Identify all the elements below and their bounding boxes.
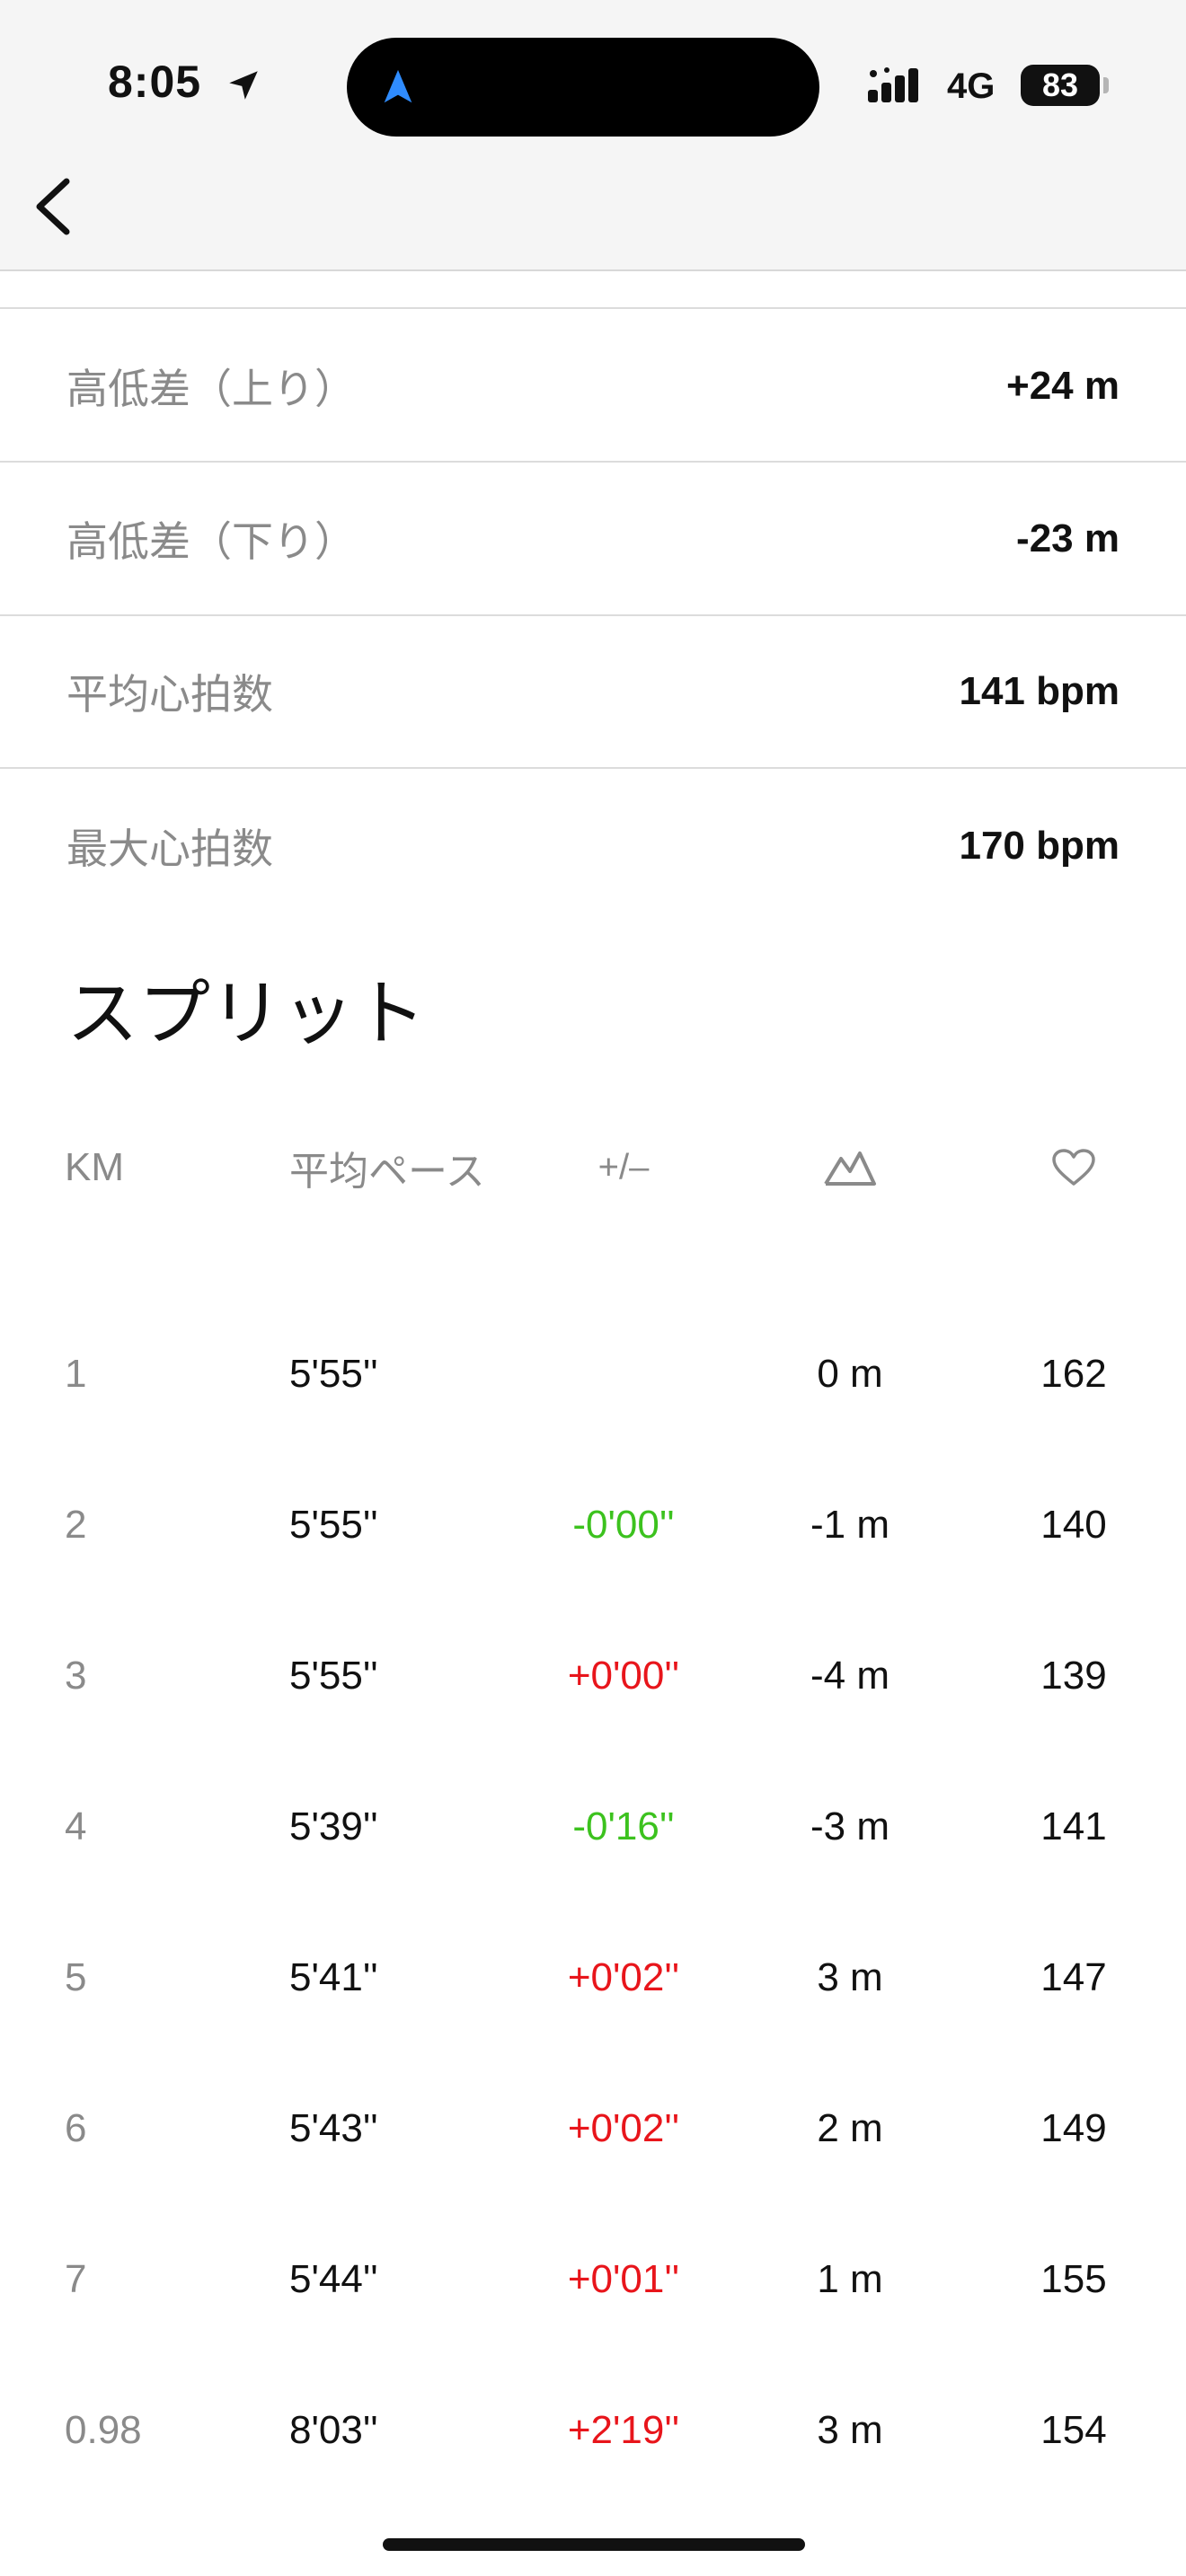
stat-value: -23 m (1016, 516, 1120, 560)
navigation-header: 8:05 4G 83 (0, 0, 1186, 271)
split-heart-rate: 154 (1040, 2408, 1107, 2452)
heart-icon (1052, 1149, 1095, 1186)
split-km: 3 (65, 1654, 87, 1698)
stat-label: 最大心拍数 (66, 825, 273, 872)
split-heart-rate: 149 (1040, 2106, 1107, 2150)
status-time: 8:05 (108, 57, 202, 107)
stat-row-average-heart-rate: 平均心拍数 141 bpm (0, 616, 1186, 767)
split-km: 6 (65, 2106, 87, 2150)
split-elevation: 3 m (817, 2408, 883, 2452)
split-pace-diff: +0'00'' (567, 1654, 680, 1698)
activity-detail-screen: 8:05 4G 83 高低差（上り） +24 m 高低差（下り） -23 m 平… (0, 0, 1186, 2576)
splits-table-header: KM 平均ペース +/– (0, 1123, 1186, 1213)
split-pace: 5'43'' (289, 2106, 378, 2150)
divider (0, 307, 1186, 309)
split-km: 5 (65, 1955, 87, 1999)
split-elevation: -1 m (810, 1503, 890, 1547)
divider (0, 767, 1186, 769)
stat-value: 141 bpm (959, 669, 1120, 713)
split-row: 3 5'55'' +0'00'' -4 m 139 (0, 1622, 1186, 1730)
split-row: 0.98 8'03'' +2'19'' 3 m 154 (0, 2377, 1186, 2484)
navigation-arrow-icon (384, 69, 412, 103)
split-row: 1 5'55'' 0 m 162 (0, 1320, 1186, 1428)
split-elevation: 2 m (817, 2106, 883, 2150)
split-pace: 5'41'' (289, 1955, 378, 1999)
split-elevation: -3 m (810, 1804, 890, 1848)
battery-tip (1103, 77, 1109, 93)
column-header-pace: 平均ペース (289, 1150, 485, 1194)
split-pace: 5'55'' (289, 1352, 378, 1396)
split-heart-rate: 147 (1040, 1955, 1107, 1999)
mountain-icon (824, 1151, 876, 1186)
split-heart-rate: 162 (1040, 1352, 1107, 1396)
location-arrow-icon (229, 71, 258, 100)
split-row: 7 5'44'' +0'01'' 1 m 155 (0, 2226, 1186, 2333)
split-pace-diff: +0'02'' (567, 1955, 680, 1999)
section-title-splits: スプリット (66, 974, 426, 1054)
stat-value: +24 m (1006, 364, 1120, 408)
split-row: 5 5'41'' +0'02'' 3 m 147 (0, 1924, 1186, 2032)
split-pace-diff: -0'00'' (572, 1503, 675, 1547)
divider (0, 461, 1186, 463)
split-km: 1 (65, 1352, 87, 1396)
split-row: 2 5'55'' -0'00'' -1 m 140 (0, 1471, 1186, 1579)
split-heart-rate: 155 (1040, 2257, 1107, 2301)
split-elevation: 3 m (817, 1955, 883, 1999)
stat-value: 170 bpm (959, 824, 1120, 868)
split-pace: 5'39'' (289, 1804, 378, 1848)
split-pace-diff: -0'16'' (572, 1804, 675, 1848)
cellular-signal-icon (868, 67, 918, 102)
split-pace: 5'55'' (289, 1503, 378, 1547)
stat-row-max-heart-rate: 最大心拍数 170 bpm (0, 771, 1186, 922)
stat-row-elevation-loss: 高低差（下り） -23 m (0, 463, 1186, 614)
network-type: 4G (947, 66, 996, 106)
split-pace-diff: +0'01'' (567, 2257, 680, 2301)
back-button[interactable] (25, 171, 88, 243)
split-elevation: -4 m (810, 1654, 890, 1698)
split-elevation: 1 m (817, 2257, 883, 2301)
split-pace: 8'03'' (289, 2408, 378, 2452)
battery-indicator: 83 (1021, 65, 1100, 106)
split-row: 6 5'43'' +0'02'' 2 m 149 (0, 2075, 1186, 2183)
split-km: 4 (65, 1804, 87, 1848)
stat-label: 平均心拍数 (66, 671, 273, 718)
split-heart-rate: 140 (1040, 1503, 1107, 1547)
split-pace: 5'55'' (289, 1654, 378, 1698)
column-header-diff: +/– (597, 1147, 650, 1187)
split-pace-diff: +0'02'' (567, 2106, 680, 2150)
split-km: 0.98 (65, 2408, 142, 2452)
split-km: 7 (65, 2257, 87, 2301)
stat-label: 高低差（下り） (66, 518, 356, 565)
stat-row-elevation-gain: 高低差（上り） +24 m (0, 311, 1186, 462)
split-row: 4 5'39'' -0'16'' -3 m 141 (0, 1773, 1186, 1881)
split-heart-rate: 139 (1040, 1654, 1107, 1698)
home-indicator[interactable] (383, 2538, 805, 2551)
split-km: 2 (65, 1503, 87, 1547)
split-pace: 5'44'' (289, 2257, 378, 2301)
split-pace-diff: +2'19'' (567, 2408, 680, 2452)
split-elevation: 0 m (817, 1352, 883, 1396)
split-heart-rate: 141 (1040, 1804, 1107, 1848)
stat-label: 高低差（上り） (66, 366, 356, 412)
column-header-km: KM (65, 1145, 124, 1189)
